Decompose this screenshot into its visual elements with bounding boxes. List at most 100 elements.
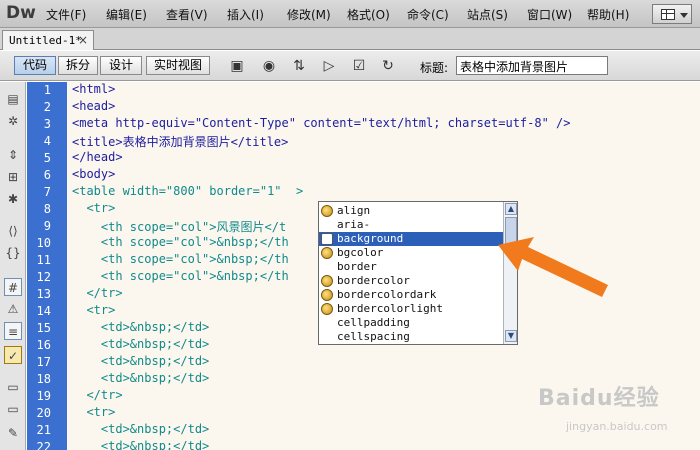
file-transfer-icon[interactable]: ⇅ [288,57,310,75]
workspace-layout-button[interactable] [652,4,692,24]
attribute-icon [321,247,333,259]
hint-item-selected[interactable]: background [319,232,503,246]
split-view-button[interactable]: 拆分 [58,56,98,75]
blank-icon [321,219,333,231]
word-wrap-icon[interactable]: ≡ [4,322,22,340]
code-line[interactable]: <tr> [72,201,115,218]
line-number: 2 [43,100,51,114]
code-line[interactable]: <html> [72,82,115,99]
select-parent-tag-icon[interactable]: ⟨⟩ [4,222,22,240]
menu-site[interactable]: 站点(S) [467,6,508,23]
browse-icon [321,233,333,245]
code-line[interactable]: <td>&nbsp;</td> [72,354,209,371]
line-number: 7 [43,185,51,199]
line-number: 10 [36,236,51,250]
code-line[interactable]: <meta http-equiv="Content-Type" content=… [72,116,571,133]
hint-item-label: cellspacing [337,330,410,343]
blank-icon [321,331,333,343]
watermark-site: jingyan.baidu.com [566,420,668,433]
document-tab[interactable]: Untitled-1* × [2,30,94,50]
layout-grid-icon [661,9,675,20]
menu-format[interactable]: 格式(O) [347,6,390,23]
document-tab-strip: Untitled-1* × [0,28,700,50]
visual-aids-icon[interactable]: ▷ [318,57,340,75]
scroll-down-icon[interactable]: ▼ [505,330,517,342]
menu-window[interactable]: 窗口(W) [527,6,572,23]
hint-item[interactable]: bordercolorlight [319,302,503,316]
wrap-tag-icon[interactable]: ✎ [4,424,22,442]
apply-comment-icon[interactable]: ▭ [4,378,22,396]
hint-item[interactable]: border [319,260,503,274]
collapse-selection-icon[interactable]: ⊞ [4,168,22,186]
line-numbers-icon[interactable]: # [4,278,22,296]
line-number: 12 [36,270,51,284]
attribute-icon [321,303,333,315]
code-line[interactable]: </head> [72,150,123,167]
line-number: 17 [36,355,51,369]
syntax-error-alerts-icon[interactable]: ✓ [4,346,22,364]
live-view-button[interactable]: 实时视图 [146,56,210,75]
chevron-down-icon [680,13,688,18]
hint-item[interactable]: bgcolor [319,246,503,260]
highlight-invalid-code-icon[interactable]: ⚠ [4,300,22,318]
menu-view[interactable]: 查看(V) [166,6,208,23]
hint-item-label: cellpadding [337,316,410,329]
balance-braces-icon[interactable]: {} [4,244,22,262]
file-management-icon[interactable]: ▣ [226,57,248,75]
code-line[interactable]: <th scope="col">&nbsp;</th [72,269,289,286]
code-hint-menu[interactable]: align aria- background bgcolor border bo… [318,201,518,345]
collapse-full-tag-icon[interactable]: ⇕ [4,146,22,164]
hint-item[interactable]: cellpadding [319,316,503,330]
menu-edit[interactable]: 编辑(E) [106,6,147,23]
code-line[interactable]: <td>&nbsp;</td> [72,371,209,388]
blank-icon [321,261,333,273]
code-line[interactable]: <td>&nbsp;</td> [72,439,209,450]
preview-browser-icon[interactable]: ◉ [258,57,280,75]
hint-item[interactable]: bordercolordark [319,288,503,302]
code-line[interactable]: </tr> [72,388,122,405]
code-line[interactable]: </tr> [72,286,122,303]
hint-item[interactable]: cellspacing [319,330,503,344]
code-line[interactable]: <th scope="col">&nbsp;</th [72,252,289,269]
code-view-button[interactable]: 代码 [14,56,56,75]
title-label: 标题: [420,61,449,75]
hint-item[interactable]: align [319,204,503,218]
menu-commands[interactable]: 命令(C) [407,6,449,23]
code-line[interactable]: <td>&nbsp;</td> [72,422,209,439]
expand-all-icon[interactable]: ✱ [4,190,22,208]
annotation-arrow-icon [498,237,608,297]
code-line[interactable]: <body> [72,167,115,184]
code-line[interactable]: <th scope="col">&nbsp;</th [72,235,289,252]
menu-insert[interactable]: 插入(I) [227,6,264,23]
hint-item-label: bordercolorlight [337,302,443,315]
hint-item[interactable]: aria- [319,218,503,232]
code-line[interactable]: <tr> [72,405,115,422]
design-view-button[interactable]: 设计 [100,56,142,75]
validate-icon[interactable]: ☑ [348,57,370,75]
menu-help[interactable]: 帮助(H) [587,6,629,23]
code-line[interactable]: <tr> [72,303,115,320]
app-logo: Dw [6,3,36,23]
show-code-navigator-icon[interactable]: ✲ [4,112,22,130]
code-line[interactable]: <td>&nbsp;</td> [72,320,209,337]
attribute-icon [321,205,333,217]
code-line[interactable]: <table width="800" border="1" > [72,184,303,201]
hint-item[interactable]: bordercolor [319,274,503,288]
close-icon[interactable]: × [78,33,88,47]
menu-file[interactable]: 文件(F) [46,6,86,23]
code-line[interactable]: <title>表格中添加背景图片</title> [72,133,288,150]
scroll-up-icon[interactable]: ▲ [505,203,517,215]
refresh-icon[interactable]: ↻ [377,57,399,75]
attribute-icon [321,275,333,287]
code-line[interactable]: <th scope="col">风景图片</t [72,218,286,235]
menu-modify[interactable]: 修改(M) [287,6,331,23]
hint-item-label: aria- [337,218,371,231]
code-line[interactable]: <head> [72,99,115,116]
remove-comment-icon[interactable]: ▭ [4,400,22,418]
open-documents-icon[interactable]: ▤ [4,90,22,108]
line-number: 4 [43,134,51,148]
hint-item-label: bordercolor [337,274,410,287]
blank-icon [321,317,333,329]
code-line[interactable]: <td>&nbsp;</td> [72,337,209,354]
title-input[interactable]: 表格中添加背景图片 [456,56,608,75]
